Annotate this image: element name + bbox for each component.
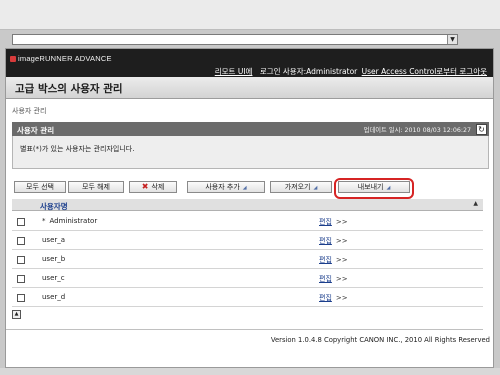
submenu-arrow-icon: ◢ [313,185,318,191]
username: user_a [42,236,66,244]
panel-body: 별표(*)가 있는 사용자는 관리자입니다. [12,136,489,169]
edit-label: 편집 [319,236,332,245]
row-checkbox[interactable] [17,294,25,302]
title-bar: 고급 박스의 사용자 관리 [6,77,493,99]
edit-link[interactable]: 편집 >> [319,217,348,227]
username: user_d [42,293,66,301]
logo: imageRUNNER ADVANCE [10,54,112,63]
username-text: Administrator [49,217,98,225]
add-user-button[interactable]: 사용자 추가 ◢ [187,181,265,193]
refresh-icon[interactable]: ↻ [476,123,487,135]
table-row: * Administrator 편집 >> [12,213,483,231]
browser-status-bar [0,368,500,375]
address-bar[interactable]: ▼ [12,34,458,45]
edit-label: 편집 [319,274,332,283]
row-checkbox[interactable] [17,275,25,283]
edit-link[interactable]: 편집 >> [319,274,348,284]
clear-all-label: 모두 해제 [82,183,110,191]
edit-link[interactable]: 편집 >> [319,293,348,303]
header-links: 리모트 UI에 로그인 사용자:Administrator User Acces… [210,66,487,77]
edit-label: 편집 [319,255,332,264]
edit-arrow: >> [335,217,348,226]
edit-link[interactable]: 편집 >> [319,255,348,265]
table-header: 사용자명 ▲ [12,199,483,211]
edit-label: 편집 [319,293,332,302]
clear-all-button[interactable]: 모두 해제 [68,181,124,193]
delete-x-icon: ✖ [141,182,149,191]
logout-link[interactable]: User Access Control로부터 로그아웃 [362,67,487,76]
last-update-time: 업데이트 일시: 2010 08/03 12:06:27 [363,127,471,134]
import-button[interactable]: 가져오기 ◢ [270,181,332,193]
table-row: user_b 편집 >> [12,251,483,269]
row-checkbox[interactable] [17,237,25,245]
admin-note: 별표(*)가 있는 사용자는 관리자입니다. [20,145,135,153]
remote-ui-link[interactable]: 리모트 UI에 [215,67,253,76]
scroll-top-icon[interactable]: ▲ [12,310,21,319]
table-row: user_c 편집 >> [12,270,483,288]
login-user-label: 로그인 사용자:Administrator [259,67,358,76]
row-checkbox[interactable] [17,256,25,264]
edit-link[interactable]: 편집 >> [319,236,348,246]
sort-ascending-icon[interactable]: ▲ [473,200,478,207]
edit-arrow: >> [335,255,348,264]
panel-header: 사용자 관리 업데이트 일시: 2010 08/03 12:06:27 ↻ [12,122,489,136]
header-bar: imageRUNNER ADVANCE 리모트 UI에 로그인 사용자:Admi… [6,49,493,77]
edit-label: 편집 [319,217,332,226]
row-checkbox[interactable] [17,218,25,226]
admin-mark: * [42,217,46,225]
edit-arrow: >> [335,236,348,245]
page-title: 고급 박스의 사용자 관리 [15,83,123,95]
edit-arrow: >> [335,293,348,302]
add-user-label: 사용자 추가 [205,183,240,191]
copyright: Version 1.0.4.8 Copyright CANON INC., 20… [270,336,490,344]
username: user_c [42,274,65,282]
select-all-button[interactable]: 모두 선택 [14,181,66,193]
submenu-arrow-icon: ◢ [242,185,247,191]
browser-window: ▼ imageRUNNER ADVANCE 리모트 UI에 로그인 사용자:Ad… [0,0,500,375]
export-label: 내보내기 [357,183,384,191]
browser-toolbar [0,0,500,30]
username: * Administrator [42,217,97,225]
import-label: 가져오기 [284,183,311,191]
canon-logo-icon [10,56,16,62]
submenu-arrow-icon: ◢ [386,185,391,191]
breadcrumb: 사용자 관리 [12,107,47,115]
panel-title: 사용자 관리 [17,125,55,135]
username: user_b [42,255,66,263]
column-username[interactable]: 사용자명 [40,201,68,212]
export-button[interactable]: 내보내기 ◢ [338,181,410,193]
logo-text: imageRUNNER ADVANCE [18,54,112,63]
table-row: user_a 편집 >> [12,232,483,250]
dropdown-arrow-icon[interactable]: ▼ [447,35,457,44]
select-all-label: 모두 선택 [26,183,54,191]
table-row: user_d 편집 >> [12,289,483,307]
edit-arrow: >> [335,274,348,283]
footer-divider [6,329,483,330]
delete-button[interactable]: ✖ 삭제 [129,181,177,193]
delete-label: 삭제 [151,183,165,191]
